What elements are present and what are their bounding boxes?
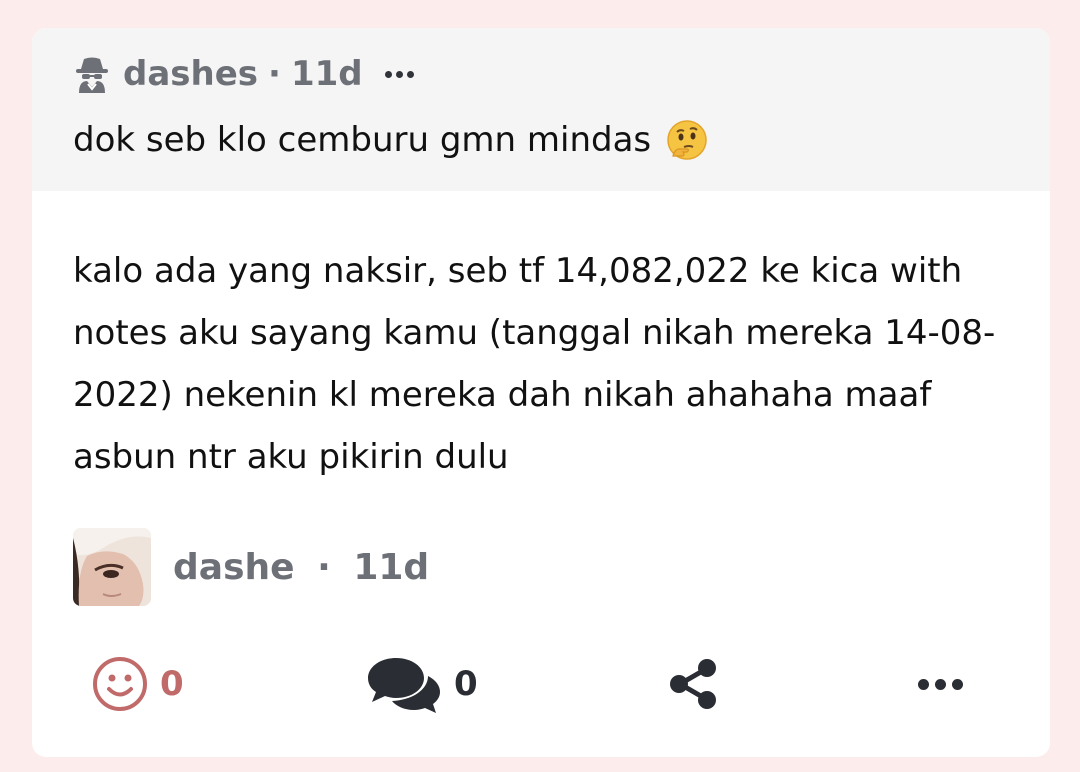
more-dots-icon[interactable] [384,70,414,78]
share-button[interactable] [666,656,722,712]
post-card: dashes · 11d dok seb klo cemburu gmn min… [32,28,1050,757]
reaction-count: 0 [160,664,184,704]
question-age: 11d [290,54,363,94]
react-button[interactable]: 0 [92,656,184,712]
comment-count: 0 [454,664,478,704]
smiley-icon [93,657,147,711]
answer-age: 11d [353,546,430,588]
more-options-button[interactable] [918,656,963,712]
action-bar: 0 0 [32,648,1050,718]
answer-text: kalo ada yang naksir, seb tf 14,082,022 … [73,251,996,477]
share-icon [670,659,716,709]
question-text: dok seb klo cemburu gmn mindas [73,120,652,160]
question-section: dashes · 11d dok seb klo cemburu gmn min… [32,28,1050,191]
comments-button[interactable]: 0 [366,656,478,713]
answer-meta: dashe · 11d [173,547,429,588]
answer-author-name[interactable]: dashe [173,547,295,588]
meta-separator: · [268,54,281,94]
meta-separator: · [317,546,331,588]
asker-meta: dashes · 11d [73,54,414,94]
answer-author-row: dashe · 11d [73,528,429,606]
comments-icon [368,658,440,713]
more-dots-icon [918,678,963,690]
question-text-row: dok seb klo cemburu gmn mindas [73,118,709,162]
spy-icon [76,57,108,93]
asker-name[interactable]: dashes [123,54,258,94]
avatar[interactable] [73,528,151,606]
thinking-face-emoji [667,120,707,160]
